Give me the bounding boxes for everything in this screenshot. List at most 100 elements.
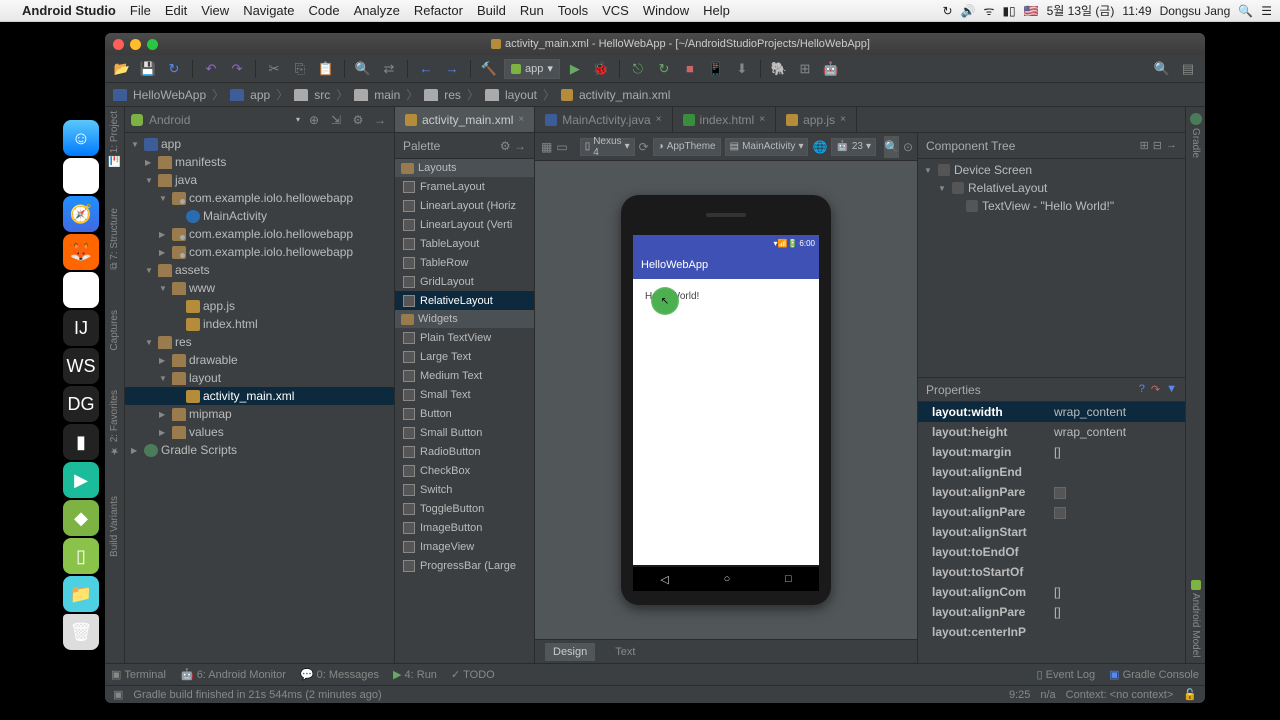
palette-item-tablelayout[interactable]: TableLayout <box>395 234 534 253</box>
menu-edit[interactable]: Edit <box>165 3 187 18</box>
palette-item-gridlayout[interactable]: GridLayout <box>395 272 534 291</box>
prop-layout-margin[interactable]: ▶layout:margin[] <box>918 442 1185 462</box>
tool-captures-tab[interactable]: Captures <box>109 310 120 351</box>
run-config-dropdown[interactable]: app▾ <box>504 59 560 79</box>
bt-todo[interactable]: ✓ TODO <box>451 668 495 681</box>
tree-item-app-js[interactable]: app.js <box>125 297 394 315</box>
crumb-layout[interactable]: layout <box>505 88 537 102</box>
tool-build-variants-tab[interactable]: Build Variants <box>109 496 120 557</box>
menu-view[interactable]: View <box>201 3 229 18</box>
palette-item-togglebutton[interactable]: ToggleButton <box>395 499 534 518</box>
menu-refactor[interactable]: Refactor <box>414 3 463 18</box>
hide-icon[interactable]: → <box>372 113 388 127</box>
dock-folder[interactable]: 📁 <box>63 576 99 612</box>
tab-text[interactable]: Text <box>607 643 643 661</box>
palette-item-plain-textview[interactable]: Plain TextView <box>395 328 534 347</box>
window-zoom-button[interactable] <box>147 39 158 50</box>
prop-layout-width[interactable]: layout:widthwrap_content <box>918 402 1185 422</box>
redo-icon[interactable]: ↷ <box>226 58 248 80</box>
palette-item-tablerow[interactable]: TableRow <box>395 253 534 272</box>
window-close-button[interactable] <box>113 39 124 50</box>
component-relativelayout[interactable]: ▼RelativeLayout <box>918 179 1185 197</box>
palette-item-large-text[interactable]: Large Text <box>395 347 534 366</box>
tree-item-mipmap[interactable]: ▶mipmap <box>125 405 394 423</box>
palette-item-imageview[interactable]: ImageView <box>395 537 534 556</box>
orientation-icon[interactable]: ▭ <box>556 136 567 158</box>
expand-icon[interactable]: ⊞ <box>1140 139 1149 152</box>
rotate-icon[interactable]: ⟳ <box>639 136 649 158</box>
bt-terminal[interactable]: ▣ Terminal <box>111 668 166 681</box>
activity-dropdown[interactable]: ▤ MainActivity ▾ <box>725 138 809 156</box>
bt-gradle-console[interactable]: ▣ Gradle Console <box>1109 668 1199 681</box>
find-icon[interactable]: 🔍 <box>352 58 374 80</box>
dock-android-studio[interactable]: ◆ <box>63 500 99 536</box>
project-view-mode[interactable]: Android <box>149 113 290 127</box>
menu-run[interactable]: Run <box>520 3 544 18</box>
tree-item-res[interactable]: ▼res <box>125 333 394 351</box>
palette-item-button[interactable]: Button <box>395 404 534 423</box>
battery-icon[interactable]: ▮▯ <box>1002 4 1015 18</box>
api-dropdown[interactable]: 🤖 23 ▾ <box>831 138 876 156</box>
palette-item-checkbox[interactable]: CheckBox <box>395 461 534 480</box>
copy-icon[interactable]: ⎘ <box>289 58 311 80</box>
tree-item-assets[interactable]: ▼assets <box>125 261 394 279</box>
forward-icon[interactable]: → <box>441 58 463 80</box>
prop-layout-alignpare[interactable]: layout:alignPare <box>918 502 1185 522</box>
palette-item-linearlayout-horiz[interactable]: LinearLayout (Horiz <box>395 196 534 215</box>
android-icon-tb[interactable]: 🤖 <box>820 58 842 80</box>
viewport-icon[interactable]: ▦ <box>541 136 552 158</box>
back-icon[interactable]: ← <box>415 58 437 80</box>
open-icon[interactable]: 📂 <box>111 58 133 80</box>
help-icon[interactable]: ? <box>1139 383 1145 396</box>
attach-icon[interactable]: ⎋ <box>627 58 649 80</box>
sdk-icon[interactable]: ⬇ <box>731 58 753 80</box>
make-icon[interactable]: 🔨 <box>478 58 500 80</box>
run-icon[interactable]: ▶ <box>564 58 586 80</box>
layout-content[interactable]: Hello World! ↖ <box>633 279 819 565</box>
component-tree[interactable]: ▼Device Screen▼RelativeLayoutTextView - … <box>918 159 1185 217</box>
device-screen[interactable]: ▾📶🔋6:00 HelloWebApp Hello World! ↖ <box>633 235 819 565</box>
editor-tab-app-js[interactable]: app.js× <box>776 107 857 132</box>
menu-icon[interactable]: ☰ <box>1261 4 1272 18</box>
crumb-module[interactable]: app <box>250 88 270 102</box>
palette-item-linearlayout-verti[interactable]: LinearLayout (Verti <box>395 215 534 234</box>
dock-firefox[interactable]: 🦊 <box>63 234 99 270</box>
collapse-icon[interactable]: ⊕ <box>306 113 322 127</box>
reset-icon[interactable]: ↷ <box>1151 383 1160 396</box>
tree-item-com-example-iolo-hellowebapp[interactable]: ▼com.example.iolo.hellowebapp <box>125 189 394 207</box>
palette-item-radiobutton[interactable]: RadioButton <box>395 442 534 461</box>
editor-tab-mainactivity-java[interactable]: MainActivity.java× <box>535 107 672 132</box>
palette-cat-layouts[interactable]: Layouts <box>395 159 534 177</box>
tree-item-mainactivity[interactable]: MainActivity <box>125 207 394 225</box>
locale-icon[interactable]: 🌐 <box>812 136 827 158</box>
bt-android-monitor[interactable]: 🤖 6: Android Monitor <box>180 668 286 681</box>
gradle-icon[interactable]: 🐘 <box>768 58 790 80</box>
tree-item-www[interactable]: ▼www <box>125 279 394 297</box>
wifi-icon[interactable]: ᯤ <box>983 2 994 19</box>
tree-item-gradle-scripts[interactable]: ▶Gradle Scripts <box>125 441 394 459</box>
editor-tab-activity-main-xml[interactable]: activity_main.xml× <box>395 107 535 132</box>
prop-layout-aligncom[interactable]: ▶layout:alignCom[] <box>918 582 1185 602</box>
tree-item-activity-main-xml[interactable]: activity_main.xml <box>125 387 394 405</box>
menubar-date[interactable]: 5월 13일 (금) <box>1047 2 1115 19</box>
palette-cat-widgets[interactable]: Widgets <box>395 310 534 328</box>
crumb-file[interactable]: activity_main.xml <box>579 88 670 102</box>
dock-intellij[interactable]: IJ <box>63 310 99 346</box>
menu-tools[interactable]: Tools <box>558 3 588 18</box>
palette-item-imagebutton[interactable]: ImageButton <box>395 518 534 537</box>
menubar-user[interactable]: Dongsu Jang <box>1160 4 1231 18</box>
lock-icon[interactable]: 🔓 <box>1183 688 1197 701</box>
palette-item-progressbar-large[interactable]: ProgressBar (Large <box>395 556 534 575</box>
dock-datagrip[interactable]: DG <box>63 386 99 422</box>
collapse-icon[interactable]: ⊟ <box>1153 139 1162 152</box>
crumb-src[interactable]: src <box>314 88 330 102</box>
dock-itunes[interactable]: ♫ <box>63 158 99 194</box>
menu-help[interactable]: Help <box>703 3 730 18</box>
search-everywhere-icon[interactable]: 🔍 <box>1151 58 1173 80</box>
prop-layout-alignpare[interactable]: layout:alignPare <box>918 482 1185 502</box>
tree-item-manifests[interactable]: ▶manifests <box>125 153 394 171</box>
tree-item-drawable[interactable]: ▶drawable <box>125 351 394 369</box>
tree-item-app[interactable]: ▼app <box>125 135 394 153</box>
palette-item-framelayout[interactable]: FrameLayout <box>395 177 534 196</box>
tree-item-layout[interactable]: ▼layout <box>125 369 394 387</box>
